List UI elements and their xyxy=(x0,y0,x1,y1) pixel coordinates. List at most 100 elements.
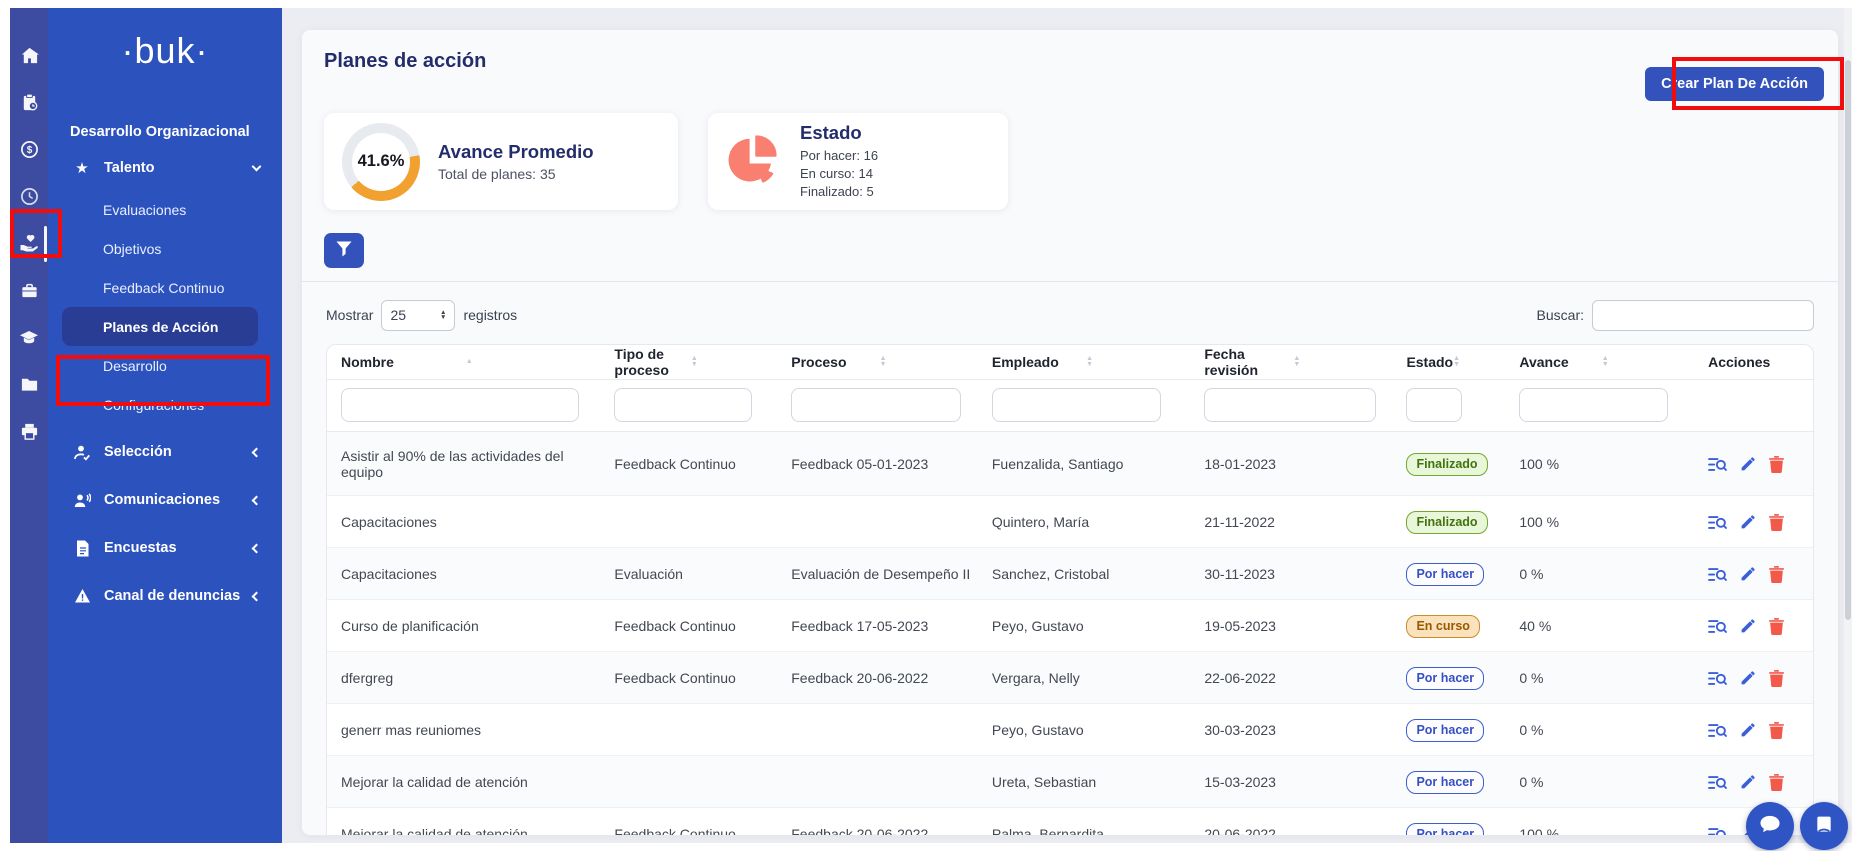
cell-empleado: Fuenzalida, Santiago xyxy=(978,431,1190,495)
filter-input-tipo-proceso[interactable] xyxy=(614,388,752,422)
home-icon[interactable] xyxy=(10,32,48,79)
cell-fecha-revision: 22-06-2022 xyxy=(1190,651,1392,703)
sidebar-section-title: Desarrollo Organizacional xyxy=(70,124,282,140)
view-details-button[interactable] xyxy=(1708,671,1727,686)
filter-input-nombre[interactable] xyxy=(341,388,579,422)
cell-fecha-revision: 18-01-2023 xyxy=(1190,431,1392,495)
dollar-icon[interactable]: $ xyxy=(10,126,48,173)
view-details-button[interactable] xyxy=(1708,619,1727,634)
chevron-left-icon xyxy=(252,447,262,457)
cell-estado: Por hacer xyxy=(1392,547,1505,599)
cell-fecha-revision: 30-11-2023 xyxy=(1190,547,1392,599)
cell-acciones xyxy=(1694,599,1813,651)
sidebar-group-encuestas[interactable]: Encuestas xyxy=(48,528,282,568)
buk-logo: ·buk· xyxy=(48,30,282,72)
sort-icon: ▲▼ xyxy=(1293,356,1382,367)
view-details-button[interactable] xyxy=(1708,515,1727,530)
page-size-select[interactable]: 25 ▲▼ xyxy=(381,300,455,331)
sidebar-item-evaluaciones[interactable]: Evaluaciones xyxy=(62,190,258,229)
filter-input-empleado[interactable] xyxy=(992,388,1161,422)
star-icon: ★ xyxy=(72,159,92,177)
col-header-estado[interactable]: Estado▲▼ xyxy=(1392,345,1505,379)
plans-table: Nombre▲ Tipo de proceso▲▼ Proceso▲▼ Empl… xyxy=(326,344,1814,835)
col-header-avance[interactable]: Avance▲▼ xyxy=(1505,345,1694,379)
sidebar-item-configuraciones[interactable]: Configuraciones xyxy=(62,385,258,424)
col-header-tipo-proceso[interactable]: Tipo de proceso▲▼ xyxy=(600,345,777,379)
edit-button[interactable] xyxy=(1740,566,1756,582)
delete-button[interactable] xyxy=(1769,618,1784,635)
folder-icon[interactable] xyxy=(10,361,48,408)
briefcase-icon[interactable] xyxy=(10,267,48,314)
col-header-nombre[interactable]: Nombre▲ xyxy=(327,345,600,379)
sidebar: ·buk· Desarrollo Organizacional ★ Talent… xyxy=(48,8,282,843)
graduation-cap-icon[interactable] xyxy=(10,314,48,361)
printer-icon[interactable] xyxy=(10,408,48,455)
col-header-proceso[interactable]: Proceso▲▼ xyxy=(777,345,978,379)
view-details-button[interactable] xyxy=(1708,775,1727,790)
delete-button[interactable] xyxy=(1769,514,1784,531)
delete-button[interactable] xyxy=(1769,774,1784,791)
cell-proceso xyxy=(777,703,978,755)
delete-button[interactable] xyxy=(1769,722,1784,739)
edit-button[interactable] xyxy=(1740,722,1756,738)
view-details-button[interactable] xyxy=(1708,723,1727,738)
sort-icon: ▲ xyxy=(466,359,591,365)
cell-avance: 0 % xyxy=(1505,755,1694,807)
col-header-fecha-revision[interactable]: Fecha revisión▲▼ xyxy=(1190,345,1392,379)
view-details-button[interactable] xyxy=(1708,827,1727,836)
delete-button[interactable] xyxy=(1769,670,1784,687)
sidebar-item-desarrollo[interactable]: Desarrollo xyxy=(62,346,258,385)
cell-acciones xyxy=(1694,703,1813,755)
sidebar-item-planes-de-acci-n[interactable]: Planes de Acción xyxy=(62,307,258,346)
view-details-button[interactable] xyxy=(1708,567,1727,582)
edit-button[interactable] xyxy=(1740,670,1756,686)
edit-button[interactable] xyxy=(1740,774,1756,790)
person-check-icon xyxy=(72,444,92,461)
sidebar-item-objetivos[interactable]: Objetivos xyxy=(62,229,258,268)
edit-button[interactable] xyxy=(1740,456,1756,472)
cell-proceso: Feedback 20-06-2022 xyxy=(777,651,978,703)
sidebar-group-canal-denuncias[interactable]: Canal de denuncias xyxy=(48,576,282,616)
sidebar-item-feedback-continuo[interactable]: Feedback Continuo xyxy=(62,268,258,307)
hand-heart-icon[interactable] xyxy=(10,220,48,267)
cell-avance: 100 % xyxy=(1505,495,1694,547)
sidebar-group-talento[interactable]: ★ Talento xyxy=(48,148,282,188)
clipboard-clock-icon[interactable] xyxy=(10,79,48,126)
view-details-button[interactable] xyxy=(1708,457,1727,472)
cell-acciones xyxy=(1694,431,1813,495)
cell-proceso: Feedback 20-06-2022 xyxy=(777,807,978,835)
cell-estado: Por hacer xyxy=(1392,755,1505,807)
clock-icon[interactable] xyxy=(10,173,48,220)
edit-button[interactable] xyxy=(1740,618,1756,634)
filter-input-estado[interactable] xyxy=(1406,388,1462,422)
scrollbar[interactable] xyxy=(1844,8,1852,843)
create-plan-button[interactable]: Crear Plan De Acción xyxy=(1645,67,1824,101)
chat-fab-button[interactable] xyxy=(1746,802,1794,850)
sidebar-group-comunicaciones[interactable]: Comunicaciones xyxy=(48,480,282,520)
delete-button[interactable] xyxy=(1769,456,1784,473)
edit-button[interactable] xyxy=(1740,514,1756,530)
status-badge: Finalizado xyxy=(1406,511,1487,534)
sidebar-group-seleccion[interactable]: Selección xyxy=(48,432,282,472)
cell-nombre: Capacitaciones xyxy=(327,547,600,599)
col-header-empleado[interactable]: Empleado▲▼ xyxy=(978,345,1190,379)
scrollbar-thumb[interactable] xyxy=(1845,60,1851,620)
cell-fecha-revision: 21-11-2022 xyxy=(1190,495,1392,547)
help-book-fab-button[interactable] xyxy=(1800,802,1848,850)
progress-percent: 41.6% xyxy=(342,123,420,201)
delete-button[interactable] xyxy=(1769,566,1784,583)
status-badge: Por hacer xyxy=(1406,563,1484,586)
cell-empleado: Quintero, María xyxy=(978,495,1190,547)
filter-input-proceso[interactable] xyxy=(791,388,961,422)
search-input[interactable] xyxy=(1592,300,1814,331)
filter-input-fecha-revision[interactable] xyxy=(1204,388,1375,422)
cell-fecha-revision: 15-03-2023 xyxy=(1190,755,1392,807)
cell-estado: Finalizado xyxy=(1392,495,1505,547)
filter-button[interactable] xyxy=(324,233,364,268)
filter-input-avance[interactable] xyxy=(1519,388,1667,422)
icon-rail: $ xyxy=(10,8,48,843)
cell-empleado: Ureta, Sebastian xyxy=(978,755,1190,807)
cell-fecha-revision: 19-05-2023 xyxy=(1190,599,1392,651)
chevron-down-icon xyxy=(252,162,262,172)
cell-estado: Finalizado xyxy=(1392,431,1505,495)
